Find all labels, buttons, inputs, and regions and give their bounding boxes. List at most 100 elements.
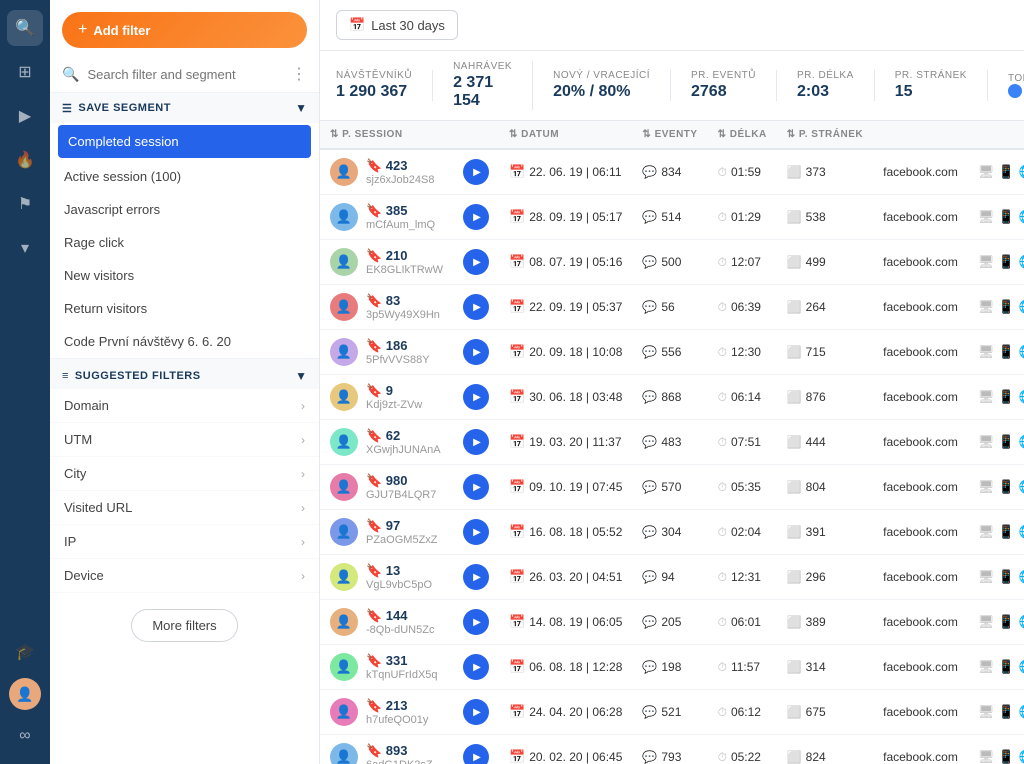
table-row: 👤 🔖 186 5PfvVVS88Y 📅 20. 09. 18 | 10:08	[320, 330, 1024, 375]
add-filter-button[interactable]: + Add filter	[62, 12, 307, 48]
globe-icon: 🌐	[1019, 614, 1024, 630]
session-cell: 👤 🔖 13 VgL9vbC5pO	[320, 555, 453, 600]
mobile-icon: 📱	[998, 434, 1014, 450]
th-devices	[968, 121, 1024, 149]
referer-value: facebook.com	[883, 570, 958, 584]
mobile-icon: 📱	[998, 704, 1014, 720]
th-session[interactable]: ⇅ P. SESSION	[320, 121, 453, 149]
referer-cell: facebook.com	[873, 420, 968, 465]
nav-icon-search[interactable]: 🔍	[7, 10, 43, 46]
stat-new-return-label: NOVÝ / VRACEJÍCÍ	[553, 70, 650, 81]
duration-cell: ⏱ 06:01	[708, 600, 777, 645]
play-button[interactable]	[463, 564, 489, 590]
session-info: 🔖 980 GJU7B4LQR7	[366, 473, 436, 501]
nav-icon-filter[interactable]: ▾	[7, 230, 43, 266]
globe-icon: 🌐	[1019, 344, 1024, 360]
device-icons: 🖥 📱 🌐 🚩	[978, 389, 1024, 405]
clock-icon: ⏱	[718, 210, 727, 225]
duration-cell: ⏱ 05:22	[708, 735, 777, 764]
nav-avatar[interactable]: 👤	[9, 678, 41, 710]
play-button[interactable]	[463, 249, 489, 275]
options-icon[interactable]: ⋮	[291, 64, 307, 84]
clock-icon: ⏱	[718, 705, 727, 720]
filters-chevron-icon[interactable]: ▼	[295, 369, 307, 383]
table-row: 👤 🔖 331 kTqnUFrIdX5q 📅 06. 08. 18 | 12:2…	[320, 645, 1024, 690]
table-row: 👤 🔖 210 EK8GLIkTRwW 📅 08. 07. 19 | 05:16	[320, 240, 1024, 285]
th-date[interactable]: ⇅ DATUM	[499, 121, 632, 149]
nav-icon-flag[interactable]: ⚑	[7, 186, 43, 222]
sidebar-item-active[interactable]: Active session (100)	[50, 160, 319, 193]
calendar-cell-icon: 📅	[509, 434, 525, 450]
play-button[interactable]	[463, 519, 489, 545]
stat-events: PR. EVENTŮ 2768	[691, 70, 777, 101]
plus-icon: +	[78, 21, 87, 39]
globe-icon: 🌐	[1019, 389, 1024, 405]
play-button[interactable]	[463, 339, 489, 365]
date-range-button[interactable]: 📅 Last 30 days	[336, 10, 458, 40]
th-pages[interactable]: ⇅ P. STRÁNEK	[777, 121, 873, 149]
nav-icon-grid[interactable]: ⊞	[7, 54, 43, 90]
session-cell: 👤 🔖 83 3p5Wy49X9Hn	[320, 285, 453, 330]
events-icon: 💬	[642, 525, 657, 539]
device-icons: 🖥 📱 🌐 🚩	[978, 524, 1024, 540]
play-button[interactable]	[463, 294, 489, 320]
nav-icon-fire[interactable]: 🔥	[7, 142, 43, 178]
play-button[interactable]	[463, 654, 489, 680]
table-body: 👤 🔖 423 sjz6xJob24S8 📅 22. 06. 19 | 06:1…	[320, 149, 1024, 764]
play-button[interactable]	[463, 609, 489, 635]
filter-item-visited-url[interactable]: Visited URL›	[50, 491, 319, 525]
devices-cell: 🖥 📱 🌐 🚩	[968, 240, 1024, 285]
globe-icon: 🌐	[1019, 659, 1024, 675]
filters-header: ≡ SUGGESTED FILTERS ▼	[50, 359, 319, 389]
filter-item-ip[interactable]: IP›	[50, 525, 319, 559]
play-button[interactable]	[463, 699, 489, 725]
calendar-icon: 📅	[349, 17, 365, 33]
th-pages-label: ⇅ P. STRÁNEK	[787, 129, 863, 140]
device-icons: 🖥 📱 🌐 🚩	[978, 209, 1024, 225]
th-duration[interactable]: ⇅ DÉLKA	[708, 121, 777, 149]
sidebar-item-code[interactable]: Code První návštěvy 6. 6. 20	[50, 325, 319, 358]
nav-icon-play[interactable]: ▶	[7, 98, 43, 134]
filter-item-domain[interactable]: Domain›	[50, 389, 319, 423]
sidebar-item-js-errors[interactable]: Javascript errors	[50, 193, 319, 226]
pages-value: ⬜ 538	[787, 210, 863, 224]
play-button[interactable]	[463, 429, 489, 455]
duration-cell: ⏱ 01:59	[708, 149, 777, 195]
avatar: 👤	[330, 563, 358, 591]
sidebar-item-return[interactable]: Return visitors	[50, 292, 319, 325]
pages-icon: ⬜	[787, 705, 802, 719]
session-info: 🔖 423 sjz6xJob24S8	[366, 158, 435, 186]
th-events[interactable]: ⇅ EVENTY	[632, 121, 707, 149]
pages-cell: ⬜ 373	[777, 149, 873, 195]
sidebar-item-new-visitors[interactable]: New visitors	[50, 259, 319, 292]
play-button[interactable]	[463, 474, 489, 500]
more-filters-button[interactable]: More filters	[131, 609, 237, 642]
suggested-filters-section: ≡ SUGGESTED FILTERS ▼ Domain›UTM›City›Vi…	[50, 359, 319, 593]
sidebar-item-rage[interactable]: Rage click	[50, 226, 319, 259]
date-value: 📅 30. 06. 18 | 03:48	[509, 389, 622, 405]
events-value: 💬 834	[642, 165, 697, 179]
pages-value: ⬜ 314	[787, 660, 863, 674]
filter-item-city[interactable]: City›	[50, 457, 319, 491]
sidebar-item-completed[interactable]: Completed session	[58, 125, 311, 158]
mobile-icon: 📱	[998, 209, 1014, 225]
play-button[interactable]	[463, 384, 489, 410]
nav-icon-graduation[interactable]: 🎓	[7, 634, 43, 670]
play-button[interactable]	[463, 204, 489, 230]
avatar: 👤	[330, 428, 358, 456]
referer-cell: facebook.com	[873, 735, 968, 764]
pages-cell: ⬜ 499	[777, 240, 873, 285]
nav-icon-infinity[interactable]: ∞	[7, 718, 43, 754]
avatar: 👤	[330, 743, 358, 764]
play-button[interactable]	[463, 744, 489, 764]
search-input[interactable]	[87, 67, 283, 82]
filter-item-device[interactable]: Device›	[50, 559, 319, 593]
chevron-right-icon: ›	[301, 399, 305, 413]
filter-item-utm[interactable]: UTM›	[50, 423, 319, 457]
clock-icon: ⏱	[718, 255, 727, 270]
play-button[interactable]	[463, 159, 489, 185]
pages-cell: ⬜ 444	[777, 420, 873, 465]
globe-icon: 🌐	[1019, 479, 1024, 495]
segment-chevron-icon[interactable]: ▼	[295, 101, 307, 115]
sessions-table: ⇅ P. SESSION ⇅ DATUM ⇅ EVENTY ⇅ DÉLKA ⇅ …	[320, 121, 1024, 764]
